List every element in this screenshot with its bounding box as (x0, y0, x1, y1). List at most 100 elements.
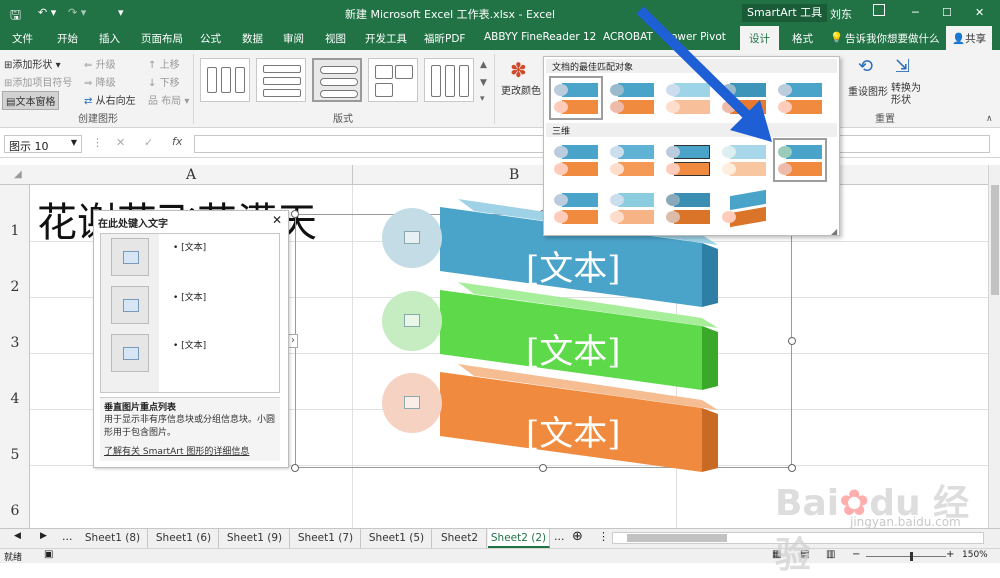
shape-3-text[interactable]: [文本] (526, 406, 621, 455)
more-sheets-icon[interactable]: ... (62, 530, 73, 543)
picture-thumb-3[interactable] (111, 334, 149, 372)
next-sheet-icon[interactable]: ▶ (40, 531, 47, 541)
column-a[interactable]: A (186, 167, 196, 183)
row-1[interactable]: 1 (0, 223, 30, 239)
style-swatch[interactable] (776, 79, 824, 117)
more-layouts-icon[interactable]: ▾ (480, 94, 485, 104)
column-b[interactable]: B (509, 167, 519, 183)
picture-placeholder-icon[interactable] (404, 231, 420, 244)
layout-option-3[interactable] (312, 58, 362, 102)
demote-button[interactable]: ⇒ 降级 (84, 74, 116, 89)
move-down-button[interactable]: ↓ 下移 (148, 74, 180, 89)
collapse-ribbon-icon[interactable]: ∧ (986, 114, 993, 124)
sheet-tab[interactable]: Sheet1 (5) (362, 529, 432, 548)
layout-option-2[interactable] (256, 58, 306, 102)
row-4[interactable]: 4 (0, 391, 30, 407)
picture-placeholder-icon[interactable] (404, 396, 420, 409)
scroll-up-icon[interactable]: ▲ (480, 60, 487, 70)
add-shape-button[interactable]: ⊞添加形状 ▾ (4, 56, 61, 71)
text-pane-close-icon[interactable]: ✕ (272, 213, 282, 227)
scrollbar-thumb[interactable] (991, 185, 999, 295)
smartart-shape-3[interactable]: [文本] (440, 364, 720, 476)
expand-text-pane-icon[interactable]: › (288, 334, 298, 348)
sheet-tab[interactable]: Sheet1 (6) (149, 529, 219, 548)
tab-foxit-pdf[interactable]: 福昕PDF (424, 31, 465, 46)
tab-format[interactable]: 格式 (792, 31, 813, 46)
sheet-tab[interactable]: Sheet2 (433, 529, 487, 548)
style-swatch[interactable] (552, 189, 600, 227)
reset-graphic-button[interactable]: 重设图形 (848, 83, 888, 98)
customize-quick-access-icon[interactable]: ▾ (118, 6, 124, 19)
text-pane-item-3[interactable]: • [文本] (173, 338, 206, 351)
style-swatch[interactable] (720, 189, 768, 228)
style-swatch-selected[interactable] (773, 138, 827, 182)
style-swatch[interactable] (552, 141, 600, 179)
picture-circle-3[interactable] (382, 373, 442, 433)
minimize-icon[interactable]: ─ (912, 6, 919, 19)
sheet-tab[interactable]: Sheet1 (7) (291, 529, 361, 548)
cancel-icon[interactable]: ✕ (116, 136, 125, 149)
rtl-button[interactable]: ⇄ 从右向左 (84, 92, 136, 107)
row-2[interactable]: 2 (0, 279, 30, 295)
promote-button[interactable]: ⇐ 升级 (84, 56, 116, 71)
resize-handle[interactable] (291, 210, 299, 218)
maximize-icon[interactable]: ☐ (942, 6, 952, 19)
prev-sheet-icon[interactable]: ◀ (14, 531, 21, 541)
move-up-button[interactable]: ↑ 上移 (148, 56, 180, 71)
name-box[interactable]: 图示 10 ▼ (4, 135, 82, 153)
row-3[interactable]: 3 (0, 335, 30, 351)
resize-handle[interactable] (291, 464, 299, 472)
macro-record-icon[interactable]: ▣ (44, 549, 53, 560)
tab-review[interactable]: 审阅 (283, 31, 304, 46)
splitter-icon[interactable]: ⋮ (598, 530, 609, 543)
resize-handle[interactable] (788, 337, 796, 345)
undo-icon[interactable]: ↶ ▾ (38, 6, 56, 19)
add-bullet-button[interactable]: ⊞添加项目符号 (4, 74, 72, 89)
ribbon-display-icon[interactable] (873, 4, 885, 16)
layout-option-4[interactable] (368, 58, 418, 102)
picture-thumb-1[interactable] (111, 238, 149, 276)
text-pane-item-1[interactable]: • [文本] (173, 240, 206, 253)
resize-handle[interactable] (788, 464, 796, 472)
save-icon[interactable]: 🖫 (10, 6, 21, 28)
tab-page-layout[interactable]: 页面布局 (141, 31, 183, 46)
layout-button[interactable]: 品 布局 ▾ (148, 92, 189, 107)
scrollbar-thumb[interactable] (627, 534, 727, 542)
style-swatch[interactable] (664, 189, 712, 227)
text-pane-item-2[interactable]: • [文本] (173, 290, 206, 303)
style-swatch[interactable] (549, 76, 603, 120)
tab-insert[interactable]: 插入 (99, 31, 120, 46)
share-button[interactable]: 👤共享 (946, 26, 993, 50)
sheet-tab-active[interactable]: Sheet2 (2) (488, 529, 550, 548)
scroll-down-icon[interactable]: ▼ (480, 78, 487, 88)
picture-placeholder-icon[interactable] (404, 314, 420, 327)
add-sheet-icon[interactable]: ⊕ (572, 529, 583, 544)
select-all-icon[interactable]: ◢ (14, 169, 22, 180)
tab-home[interactable]: 开始 (57, 31, 78, 46)
tab-abbyy[interactable]: ABBYY FineReader 12 (484, 31, 596, 43)
picture-circle-1[interactable] (382, 208, 442, 268)
style-swatch[interactable] (608, 189, 656, 227)
layout-option-1[interactable] (200, 58, 250, 102)
close-icon[interactable]: ✕ (975, 6, 984, 19)
tab-formulas[interactable]: 公式 (200, 31, 221, 46)
row-6[interactable]: 6 (0, 503, 30, 519)
enter-icon[interactable]: ✓ (144, 136, 153, 149)
text-pane-button[interactable]: ▤文本窗格 (2, 91, 60, 110)
change-colors-button[interactable]: 更改颜色 ▾ (501, 82, 549, 97)
tab-view[interactable]: 视图 (325, 31, 346, 46)
tab-file[interactable]: 文件 (12, 31, 33, 46)
learn-more-link[interactable]: 了解有关 SmartArt 图形的详细信息 (104, 444, 249, 457)
user-name[interactable]: 刘东 (830, 6, 852, 22)
redo-icon[interactable]: ↷ ▾ (68, 6, 86, 19)
tab-data[interactable]: 数据 (242, 31, 263, 46)
picture-thumb-2[interactable] (111, 286, 149, 324)
picture-circle-2[interactable] (382, 291, 442, 351)
name-box-dropdown-icon[interactable]: ▼ (71, 138, 77, 147)
row-5[interactable]: 5 (0, 447, 30, 463)
convert-to-shapes-button[interactable]: 转换为形状 (891, 83, 921, 107)
resize-grip-icon[interactable]: ◢ (831, 227, 837, 236)
text-pane-editor[interactable]: • [文本] • [文本] • [文本] (100, 233, 280, 393)
sheet-tab[interactable]: Sheet1 (8) (78, 529, 148, 548)
more-sheets-icon[interactable]: ... (554, 530, 565, 543)
